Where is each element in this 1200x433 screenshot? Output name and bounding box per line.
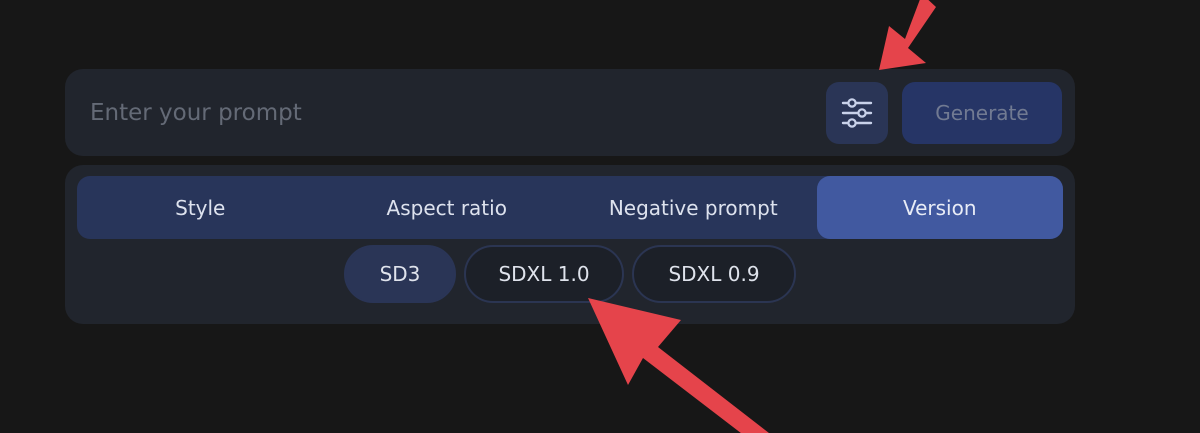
prompt-bar: Generate	[65, 69, 1075, 156]
version-chip-sdxl-1-0[interactable]: SDXL 1.0	[464, 245, 624, 303]
generate-button[interactable]: Generate	[902, 82, 1062, 144]
tab-version[interactable]: Version	[816, 176, 1063, 239]
screenshot-stage: Generate Style Aspect ratio Negative pro…	[0, 0, 1200, 433]
tab-aspect-ratio[interactable]: Aspect ratio	[324, 176, 571, 239]
tab-label: Aspect ratio	[386, 195, 507, 220]
version-chip-label: SDXL 0.9	[668, 262, 760, 286]
version-chip-sdxl-0-9[interactable]: SDXL 0.9	[632, 245, 796, 303]
settings-button[interactable]	[826, 82, 888, 144]
tab-label: Style	[175, 195, 226, 220]
tab-negative-prompt[interactable]: Negative prompt	[570, 176, 817, 239]
options-panel: Style Aspect ratio Negative prompt Versi…	[65, 165, 1075, 324]
version-chip-sd3[interactable]: SD3	[344, 245, 456, 303]
tab-style[interactable]: Style	[77, 176, 324, 239]
version-chip-label: SDXL 1.0	[498, 262, 590, 286]
sliders-icon	[841, 98, 873, 128]
version-chip-label: SD3	[379, 262, 421, 286]
option-tabs: Style Aspect ratio Negative prompt Versi…	[77, 176, 1063, 239]
tab-label: Version	[902, 195, 977, 220]
generate-button-label: Generate	[935, 101, 1029, 125]
version-chip-group: SD3 SDXL 1.0 SDXL 0.9	[65, 245, 1075, 307]
prompt-input[interactable]	[65, 69, 815, 156]
tab-label: Negative prompt	[608, 195, 778, 220]
arrow-icon	[879, 0, 936, 70]
